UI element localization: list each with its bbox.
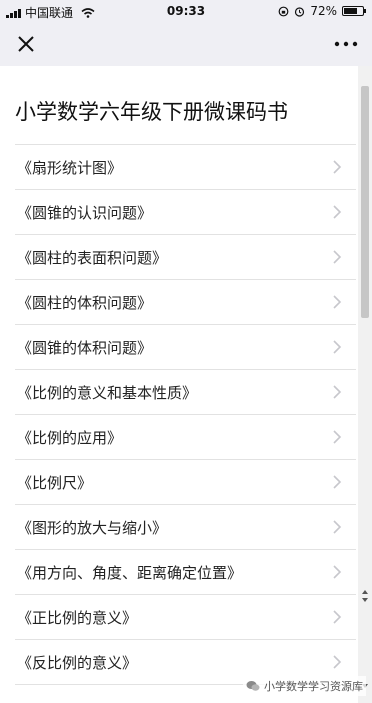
more-dots-icon[interactable]	[332, 32, 360, 56]
chevron-right-icon	[333, 250, 342, 264]
chevron-right-icon	[333, 655, 342, 669]
list-item-label: 《正比例的意义》	[17, 609, 138, 627]
battery-icon	[342, 6, 366, 16]
scroll-down-arrow-icon[interactable]	[362, 598, 368, 602]
nav-bar	[0, 22, 372, 66]
list-item-label: 《比例尺》	[17, 474, 93, 492]
list-item-label: 《圆柱的表面积问题》	[17, 249, 168, 267]
battery-percent: 72%	[310, 4, 337, 18]
chapter-list: 《扇形统计图》《圆锥的认识问题》 《圆柱的表面积问题》 《圆柱的体积问题》 《圆锥的体…	[15, 144, 356, 685]
list-item[interactable]: 《扇形统计图》	[15, 145, 356, 190]
chevron-right-icon	[333, 385, 342, 399]
chevron-right-icon	[333, 205, 342, 219]
battery-fill	[344, 8, 357, 14]
rotation-lock-icon	[278, 6, 289, 16]
list-item[interactable]: 《比例的意义和基本性质》	[15, 370, 356, 415]
list-item-label: 《用方向、角度、距离确定位置》	[17, 564, 243, 582]
alarm-icon	[295, 6, 305, 17]
list-item[interactable]: 《图形的放大与缩小》	[15, 505, 356, 550]
list-item[interactable]: 《正比例的意义》	[15, 595, 356, 640]
close-icon[interactable]	[14, 32, 38, 56]
status-bar: 中国联通 09:33 72%	[0, 0, 372, 22]
watermark: 小学数学学习资源库	[243, 676, 366, 696]
list-item-label: 《图形的放大与缩小》	[17, 519, 168, 537]
page-title: 小学数学六年级下册微课码书	[15, 100, 288, 124]
wechat-logo-icon	[246, 681, 260, 691]
chevron-right-icon	[333, 520, 342, 534]
list-item[interactable]: 《圆锥的认识问题》	[15, 190, 356, 235]
list-item[interactable]: 《比例的应用》	[15, 415, 356, 460]
page-content: 小学数学六年级下册微课码书 《扇形统计图》《圆锥的认识问题》 《圆柱的表面积问题》…	[0, 66, 358, 703]
list-item-label: 《比例的应用》	[17, 429, 123, 447]
chevron-right-icon	[333, 340, 342, 354]
list-item-label: 《圆柱的体积问题》	[17, 294, 153, 312]
list-item[interactable]: 《比例尺》	[15, 460, 356, 505]
list-item-label: 《扇形统计图》	[17, 159, 123, 177]
list-item-label: 《反比例的意义》	[17, 654, 138, 672]
watermark-text: 小学数学学习资源库	[264, 680, 363, 693]
status-right: 72%	[278, 4, 366, 18]
chevron-right-icon	[333, 610, 342, 624]
scrollbar[interactable]	[358, 66, 372, 703]
list-item-label: 《比例的意义和基本性质》	[17, 384, 198, 402]
scrollbar-thumb[interactable]	[361, 86, 369, 318]
list-item-label: 《圆锥的认识问题》	[17, 204, 153, 222]
chevron-right-icon	[333, 160, 342, 174]
list-item[interactable]: 《圆柱的表面积问题》	[15, 235, 356, 280]
chevron-right-icon	[333, 565, 342, 579]
chevron-right-icon	[333, 475, 342, 489]
list-item[interactable]: 《圆锥的体积问题》	[15, 325, 356, 370]
scroll-up-arrow-icon[interactable]	[362, 590, 368, 594]
chevron-right-icon	[333, 295, 342, 309]
chevron-right-icon	[333, 430, 342, 444]
list-item[interactable]: 《圆柱的体积问题》	[15, 280, 356, 325]
list-item[interactable]: 《用方向、角度、距离确定位置》	[15, 550, 356, 595]
list-item-label: 《圆锥的体积问题》	[17, 339, 153, 357]
